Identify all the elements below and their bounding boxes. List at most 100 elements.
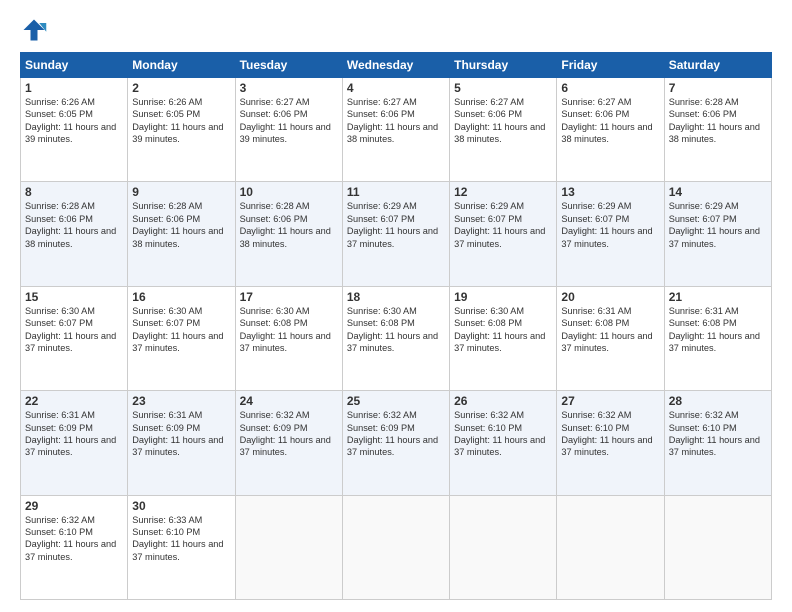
- calendar-cell: [235, 495, 342, 599]
- calendar-cell: 14 Sunrise: 6:29 AMSunset: 6:07 PMDaylig…: [664, 182, 771, 286]
- day-info: Sunrise: 6:29 AMSunset: 6:07 PMDaylight:…: [454, 201, 545, 248]
- calendar-cell: 16 Sunrise: 6:30 AMSunset: 6:07 PMDaylig…: [128, 286, 235, 390]
- day-info: Sunrise: 6:30 AMSunset: 6:07 PMDaylight:…: [132, 306, 223, 353]
- calendar-cell: 12 Sunrise: 6:29 AMSunset: 6:07 PMDaylig…: [450, 182, 557, 286]
- day-info: Sunrise: 6:27 AMSunset: 6:06 PMDaylight:…: [454, 97, 545, 144]
- calendar-cell: [450, 495, 557, 599]
- calendar-cell: 3 Sunrise: 6:27 AMSunset: 6:06 PMDayligh…: [235, 78, 342, 182]
- day-info: Sunrise: 6:31 AMSunset: 6:08 PMDaylight:…: [561, 306, 652, 353]
- day-number: 28: [669, 394, 767, 408]
- calendar-cell: 7 Sunrise: 6:28 AMSunset: 6:06 PMDayligh…: [664, 78, 771, 182]
- weekday-header: Monday: [128, 53, 235, 78]
- day-info: Sunrise: 6:27 AMSunset: 6:06 PMDaylight:…: [347, 97, 438, 144]
- calendar-cell: 15 Sunrise: 6:30 AMSunset: 6:07 PMDaylig…: [21, 286, 128, 390]
- day-number: 8: [25, 185, 123, 199]
- day-number: 22: [25, 394, 123, 408]
- day-number: 2: [132, 81, 230, 95]
- calendar-cell: 26 Sunrise: 6:32 AMSunset: 6:10 PMDaylig…: [450, 391, 557, 495]
- calendar-cell: 6 Sunrise: 6:27 AMSunset: 6:06 PMDayligh…: [557, 78, 664, 182]
- calendar-cell: 30 Sunrise: 6:33 AMSunset: 6:10 PMDaylig…: [128, 495, 235, 599]
- calendar-week-row: 15 Sunrise: 6:30 AMSunset: 6:07 PMDaylig…: [21, 286, 772, 390]
- page: SundayMondayTuesdayWednesdayThursdayFrid…: [0, 0, 792, 612]
- weekday-header: Tuesday: [235, 53, 342, 78]
- calendar-cell: 13 Sunrise: 6:29 AMSunset: 6:07 PMDaylig…: [557, 182, 664, 286]
- calendar-cell: 27 Sunrise: 6:32 AMSunset: 6:10 PMDaylig…: [557, 391, 664, 495]
- day-number: 1: [25, 81, 123, 95]
- calendar-cell: 20 Sunrise: 6:31 AMSunset: 6:08 PMDaylig…: [557, 286, 664, 390]
- calendar-cell: [342, 495, 449, 599]
- day-number: 16: [132, 290, 230, 304]
- day-info: Sunrise: 6:26 AMSunset: 6:05 PMDaylight:…: [25, 97, 116, 144]
- weekday-header: Wednesday: [342, 53, 449, 78]
- day-info: Sunrise: 6:30 AMSunset: 6:08 PMDaylight:…: [347, 306, 438, 353]
- day-number: 10: [240, 185, 338, 199]
- day-info: Sunrise: 6:33 AMSunset: 6:10 PMDaylight:…: [132, 515, 223, 562]
- calendar-cell: [664, 495, 771, 599]
- day-info: Sunrise: 6:29 AMSunset: 6:07 PMDaylight:…: [561, 201, 652, 248]
- calendar-cell: 10 Sunrise: 6:28 AMSunset: 6:06 PMDaylig…: [235, 182, 342, 286]
- day-number: 26: [454, 394, 552, 408]
- calendar: SundayMondayTuesdayWednesdayThursdayFrid…: [20, 52, 772, 600]
- day-info: Sunrise: 6:32 AMSunset: 6:10 PMDaylight:…: [454, 410, 545, 457]
- calendar-cell: 22 Sunrise: 6:31 AMSunset: 6:09 PMDaylig…: [21, 391, 128, 495]
- day-info: Sunrise: 6:32 AMSunset: 6:10 PMDaylight:…: [561, 410, 652, 457]
- calendar-week-row: 29 Sunrise: 6:32 AMSunset: 6:10 PMDaylig…: [21, 495, 772, 599]
- calendar-cell: 19 Sunrise: 6:30 AMSunset: 6:08 PMDaylig…: [450, 286, 557, 390]
- day-number: 9: [132, 185, 230, 199]
- day-number: 25: [347, 394, 445, 408]
- day-number: 21: [669, 290, 767, 304]
- weekday-header: Saturday: [664, 53, 771, 78]
- day-info: Sunrise: 6:27 AMSunset: 6:06 PMDaylight:…: [240, 97, 331, 144]
- day-info: Sunrise: 6:31 AMSunset: 6:09 PMDaylight:…: [132, 410, 223, 457]
- day-info: Sunrise: 6:30 AMSunset: 6:08 PMDaylight:…: [454, 306, 545, 353]
- day-info: Sunrise: 6:32 AMSunset: 6:10 PMDaylight:…: [669, 410, 760, 457]
- day-number: 3: [240, 81, 338, 95]
- weekday-header: Thursday: [450, 53, 557, 78]
- day-info: Sunrise: 6:28 AMSunset: 6:06 PMDaylight:…: [132, 201, 223, 248]
- day-info: Sunrise: 6:29 AMSunset: 6:07 PMDaylight:…: [347, 201, 438, 248]
- day-number: 13: [561, 185, 659, 199]
- day-info: Sunrise: 6:32 AMSunset: 6:09 PMDaylight:…: [240, 410, 331, 457]
- day-number: 4: [347, 81, 445, 95]
- calendar-cell: 1 Sunrise: 6:26 AMSunset: 6:05 PMDayligh…: [21, 78, 128, 182]
- top-section: [20, 16, 772, 44]
- day-number: 5: [454, 81, 552, 95]
- calendar-cell: 11 Sunrise: 6:29 AMSunset: 6:07 PMDaylig…: [342, 182, 449, 286]
- day-number: 19: [454, 290, 552, 304]
- calendar-cell: 5 Sunrise: 6:27 AMSunset: 6:06 PMDayligh…: [450, 78, 557, 182]
- day-info: Sunrise: 6:31 AMSunset: 6:09 PMDaylight:…: [25, 410, 116, 457]
- day-number: 29: [25, 499, 123, 513]
- calendar-cell: 24 Sunrise: 6:32 AMSunset: 6:09 PMDaylig…: [235, 391, 342, 495]
- day-number: 7: [669, 81, 767, 95]
- day-info: Sunrise: 6:31 AMSunset: 6:08 PMDaylight:…: [669, 306, 760, 353]
- calendar-cell: 2 Sunrise: 6:26 AMSunset: 6:05 PMDayligh…: [128, 78, 235, 182]
- day-info: Sunrise: 6:28 AMSunset: 6:06 PMDaylight:…: [25, 201, 116, 248]
- calendar-cell: 23 Sunrise: 6:31 AMSunset: 6:09 PMDaylig…: [128, 391, 235, 495]
- calendar-week-row: 22 Sunrise: 6:31 AMSunset: 6:09 PMDaylig…: [21, 391, 772, 495]
- calendar-week-row: 8 Sunrise: 6:28 AMSunset: 6:06 PMDayligh…: [21, 182, 772, 286]
- day-number: 15: [25, 290, 123, 304]
- calendar-cell: 17 Sunrise: 6:30 AMSunset: 6:08 PMDaylig…: [235, 286, 342, 390]
- calendar-cell: 4 Sunrise: 6:27 AMSunset: 6:06 PMDayligh…: [342, 78, 449, 182]
- day-info: Sunrise: 6:27 AMSunset: 6:06 PMDaylight:…: [561, 97, 652, 144]
- calendar-cell: 8 Sunrise: 6:28 AMSunset: 6:06 PMDayligh…: [21, 182, 128, 286]
- day-number: 17: [240, 290, 338, 304]
- calendar-cell: 25 Sunrise: 6:32 AMSunset: 6:09 PMDaylig…: [342, 391, 449, 495]
- day-number: 24: [240, 394, 338, 408]
- calendar-body: 1 Sunrise: 6:26 AMSunset: 6:05 PMDayligh…: [21, 78, 772, 600]
- day-info: Sunrise: 6:30 AMSunset: 6:07 PMDaylight:…: [25, 306, 116, 353]
- day-number: 30: [132, 499, 230, 513]
- day-info: Sunrise: 6:26 AMSunset: 6:05 PMDaylight:…: [132, 97, 223, 144]
- day-number: 27: [561, 394, 659, 408]
- calendar-cell: 21 Sunrise: 6:31 AMSunset: 6:08 PMDaylig…: [664, 286, 771, 390]
- day-number: 18: [347, 290, 445, 304]
- calendar-cell: 28 Sunrise: 6:32 AMSunset: 6:10 PMDaylig…: [664, 391, 771, 495]
- logo: [20, 16, 52, 44]
- calendar-cell: [557, 495, 664, 599]
- logo-icon: [20, 16, 48, 44]
- day-info: Sunrise: 6:30 AMSunset: 6:08 PMDaylight:…: [240, 306, 331, 353]
- day-info: Sunrise: 6:29 AMSunset: 6:07 PMDaylight:…: [669, 201, 760, 248]
- calendar-week-row: 1 Sunrise: 6:26 AMSunset: 6:05 PMDayligh…: [21, 78, 772, 182]
- day-number: 23: [132, 394, 230, 408]
- weekday-header: Sunday: [21, 53, 128, 78]
